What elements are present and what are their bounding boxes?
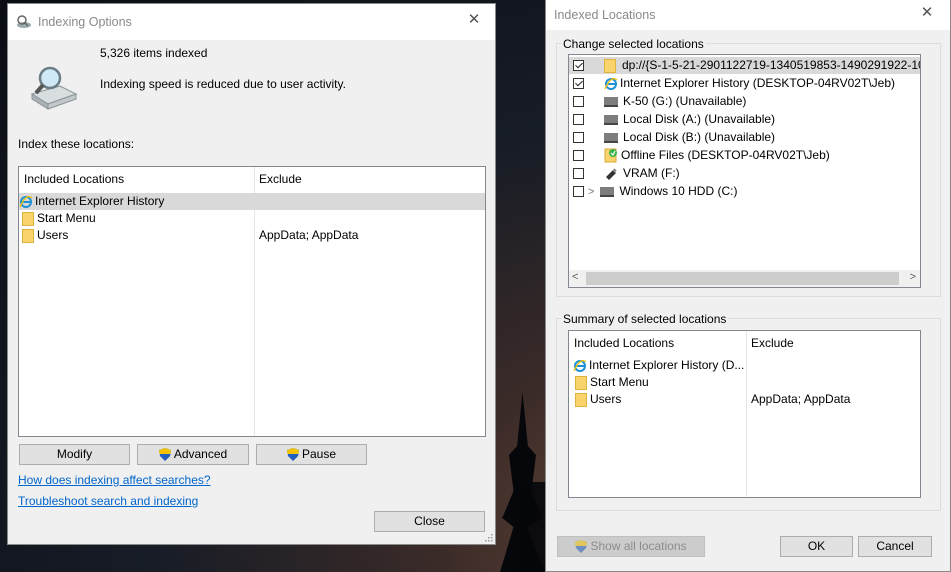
column-header-included[interactable]: Included Locations <box>19 167 254 191</box>
ie-icon <box>604 77 618 91</box>
folder-icon <box>22 228 34 243</box>
cancel-button[interactable]: Cancel <box>858 536 932 557</box>
indexing-help-link[interactable]: How does indexing affect searches? <box>18 473 211 487</box>
summary-label: Summary of selected locations <box>561 312 729 326</box>
resize-grip-icon[interactable] <box>483 532 493 542</box>
row-location: Users <box>37 228 69 242</box>
advanced-button[interactable]: Advanced <box>137 444 249 465</box>
usb-drive-icon <box>606 168 617 180</box>
tree-item-label: Local Disk (A:) (Unavailable) <box>623 112 776 126</box>
drive-icon <box>604 132 618 143</box>
title-bar: Indexing Options <box>8 4 495 40</box>
uac-shield-icon <box>158 448 171 462</box>
tree-item-label: Offline Files (DESKTOP-04RV02T\Jeb) <box>621 148 830 162</box>
uac-shield-icon <box>286 448 299 462</box>
pause-button-label: Pause <box>301 447 337 461</box>
tree-item-label: Internet Explorer History (DESKTOP-04RV0… <box>620 76 895 90</box>
tree-item[interactable]: K-50 (G:) (Unavailable) <box>569 93 746 110</box>
folder-icon <box>604 58 616 73</box>
row-exclude: AppData; AppData <box>751 392 851 406</box>
checkbox[interactable] <box>573 150 584 162</box>
change-locations-label: Change selected locations <box>561 37 706 51</box>
troubleshoot-link[interactable]: Troubleshoot search and indexing <box>18 494 198 508</box>
window-title: Indexed Locations <box>554 8 656 22</box>
indexing-status-text: Indexing speed is reduced due to user ac… <box>100 77 346 91</box>
checkbox[interactable] <box>573 132 584 144</box>
folder-icon <box>575 375 587 390</box>
show-all-label: Show all locations <box>590 539 687 553</box>
ie-icon <box>573 359 587 373</box>
pause-button[interactable]: Pause <box>256 444 367 465</box>
tree-item[interactable]: Internet Explorer History (DESKTOP-04RV0… <box>569 75 895 92</box>
index-locations-label: Index these locations: <box>18 137 135 151</box>
indexed-locations-window: Indexed Locations ✕ Change selected loca… <box>545 0 951 572</box>
scrollbar-thumb[interactable] <box>586 272 899 285</box>
row-location: Internet Explorer History (D... <box>589 358 745 372</box>
indexing-app-icon <box>17 15 31 28</box>
title-bar: Indexed Locations <box>546 0 950 30</box>
window-title: Indexing Options <box>38 15 132 29</box>
advanced-button-label: Advanced <box>173 447 228 461</box>
indexing-options-window: Indexing Options ✕ 5,326 items indexed I… <box>7 3 496 545</box>
offline-files-icon <box>604 148 617 163</box>
locations-tree[interactable]: dp://{S-1-5-21-2901122719-1340519853-149… <box>568 54 921 288</box>
ie-icon <box>19 195 33 209</box>
chevron-left-icon[interactable]: < <box>572 271 578 283</box>
tree-item[interactable]: VRAM (F:) <box>569 165 680 182</box>
tree-silhouette <box>515 482 545 572</box>
tree-item-label: K-50 (G:) (Unavailable) <box>623 94 747 108</box>
row-exclude: AppData; AppData <box>259 228 359 242</box>
folder-icon <box>22 211 34 226</box>
chevron-right-icon[interactable]: > <box>910 271 916 283</box>
drive-icon <box>600 186 615 197</box>
tree-item[interactable]: > Windows 10 HDD (C:) <box>569 183 737 200</box>
table-row[interactable]: Internet Explorer History <box>19 193 485 210</box>
ok-button[interactable]: OK <box>780 536 853 557</box>
close-icon[interactable]: ✕ <box>463 9 485 31</box>
checkbox[interactable] <box>573 168 584 180</box>
tree-item[interactable]: Local Disk (B:) (Unavailable) <box>569 129 775 146</box>
items-indexed-text: 5,326 items indexed <box>100 46 208 60</box>
checkbox[interactable] <box>573 78 584 90</box>
tree-item-label: Windows 10 HDD (C:) <box>619 184 738 198</box>
row-location: Start Menu <box>590 375 649 389</box>
summary-list[interactable]: Included Locations Exclude Internet Expl… <box>568 330 921 498</box>
drive-icon <box>604 96 618 107</box>
tree-item-label: VRAM (F:) <box>623 166 680 180</box>
tree-item-label: Local Disk (B:) (Unavailable) <box>623 130 776 144</box>
drive-icon <box>604 114 618 125</box>
column-divider <box>746 331 747 497</box>
horizontal-scrollbar[interactable]: < > <box>569 270 920 287</box>
table-row[interactable]: Internet Explorer History (D... <box>573 357 744 374</box>
row-location: Internet Explorer History <box>35 194 165 208</box>
table-row[interactable]: Start Menu <box>575 374 649 391</box>
checkbox[interactable] <box>573 96 584 108</box>
modify-button[interactable]: Modify <box>19 444 130 465</box>
column-header-exclude[interactable]: Exclude <box>254 167 484 191</box>
tree-item[interactable]: dp://{S-1-5-21-2901122719-1340519853-149… <box>569 57 920 74</box>
folder-icon <box>575 392 587 407</box>
table-row[interactable]: Users <box>22 227 482 244</box>
column-header-exclude[interactable]: Exclude <box>746 331 916 355</box>
checkbox[interactable] <box>573 186 584 198</box>
included-locations-list[interactable]: Included Locations Exclude Internet Expl… <box>18 166 486 437</box>
close-button[interactable]: Close <box>374 511 485 532</box>
tree-item[interactable]: Local Disk (A:) (Unavailable) <box>569 111 775 128</box>
table-row[interactable]: Users <box>575 391 621 408</box>
tree-item-label: dp://{S-1-5-21-2901122719-1340519853-149… <box>622 58 921 72</box>
checkbox[interactable] <box>573 114 584 126</box>
uac-shield-icon <box>575 540 588 554</box>
column-header-included[interactable]: Included Locations <box>569 331 746 355</box>
row-location: Users <box>590 392 622 406</box>
close-icon[interactable]: ✕ <box>916 2 938 24</box>
table-row[interactable]: Start Menu <box>22 210 482 227</box>
tree-item[interactable]: Offline Files (DESKTOP-04RV02T\Jeb) <box>569 147 830 164</box>
indexing-drive-icon <box>30 66 78 110</box>
show-all-locations-button[interactable]: Show all locations <box>557 536 705 557</box>
chevron-right-icon[interactable]: > <box>588 186 594 198</box>
checkbox[interactable] <box>573 60 584 72</box>
row-location: Start Menu <box>37 211 96 225</box>
